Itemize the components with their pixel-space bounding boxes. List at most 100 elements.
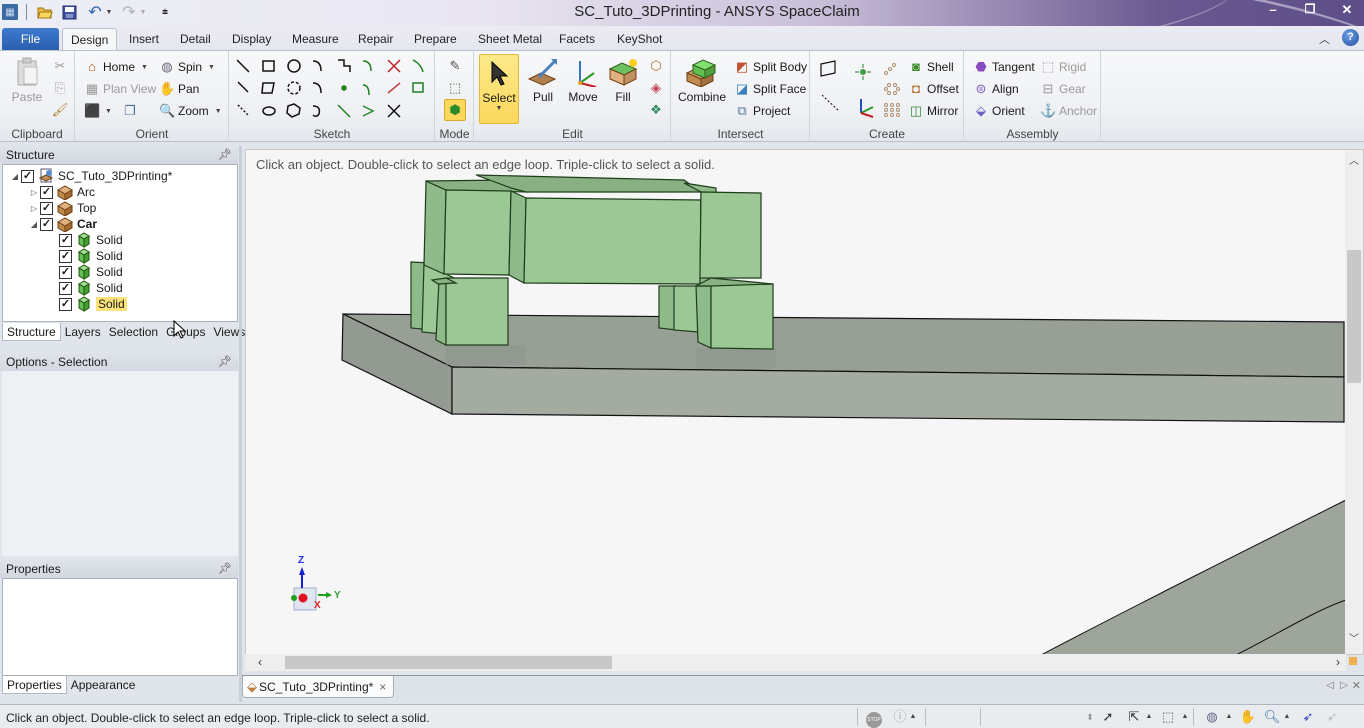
visibility-checkbox[interactable]: ✓ bbox=[59, 249, 72, 263]
tab-display[interactable]: Display bbox=[224, 28, 279, 50]
box-select-icon[interactable]: ⬚ bbox=[1158, 708, 1178, 726]
pull-button[interactable]: Pull bbox=[521, 54, 565, 122]
tree-item[interactable]: ✓ Solid bbox=[47, 248, 123, 264]
anchor-button[interactable]: ⚓ Anchor bbox=[1040, 101, 1097, 121]
close-button[interactable]: ✕ bbox=[1332, 2, 1362, 20]
undo-icon[interactable]: ↶ bbox=[85, 3, 105, 21]
format-painter-icon[interactable]: 🖌 bbox=[51, 101, 69, 119]
split-body-button[interactable]: ◩ Split Body bbox=[734, 57, 807, 77]
tab-insert[interactable]: Insert bbox=[121, 28, 167, 50]
tree-item[interactable]: ✓ Solid bbox=[47, 232, 123, 248]
restore-button[interactable]: ❐ bbox=[1295, 2, 1325, 20]
tree-item[interactable]: ✓ Solid bbox=[47, 296, 127, 312]
tab-keyshot[interactable]: KeyShot bbox=[609, 28, 670, 50]
tab-prepare[interactable]: Prepare bbox=[406, 28, 465, 50]
minimize-button[interactable]: – bbox=[1258, 2, 1288, 20]
minimize-ribbon-icon[interactable]: ︿ bbox=[1319, 31, 1330, 47]
zoom-dropdown-icon[interactable]: ▲ bbox=[1282, 708, 1292, 726]
next-document-icon[interactable]: ▷ bbox=[1340, 680, 1348, 691]
zoom-button[interactable]: 🔍 Zoom ▼ bbox=[159, 101, 222, 121]
pull-icon[interactable]: ➶ bbox=[1298, 708, 1318, 726]
mirror-button[interactable]: ◫ Mirror bbox=[908, 101, 958, 121]
stop-icon[interactable]: STOP bbox=[864, 708, 884, 728]
gear-button[interactable]: ⊟ Gear bbox=[1040, 79, 1086, 99]
tab-detail[interactable]: Detail bbox=[172, 28, 219, 50]
horizontal-scroll-thumb[interactable] bbox=[285, 656, 612, 669]
select-dropdown-icon[interactable]: ▼ bbox=[480, 105, 518, 112]
spin-icon[interactable]: ◍ bbox=[1202, 708, 1222, 726]
spin-button[interactable]: ◍ Spin ▼ bbox=[159, 57, 215, 77]
visibility-checkbox[interactable]: ✓ bbox=[40, 185, 53, 199]
panel-splitter[interactable] bbox=[239, 146, 242, 702]
visibility-checkbox[interactable]: ✓ bbox=[59, 297, 72, 311]
paste-button[interactable]: Paste bbox=[6, 54, 48, 122]
document-tab[interactable]: ⬙ SC_Tuto_3DPrinting* × bbox=[242, 676, 394, 698]
help-icon[interactable]: ? bbox=[1342, 29, 1359, 46]
tree-item[interactable]: ✓ Solid bbox=[47, 280, 123, 296]
redo-dropdown-icon[interactable]: ▼ bbox=[139, 3, 147, 21]
visibility-checkbox[interactable]: ✓ bbox=[59, 281, 72, 295]
split-face-button[interactable]: ◪ Split Face bbox=[734, 79, 807, 99]
scroll-left-icon[interactable]: ‹ bbox=[258, 655, 262, 669]
scroll-up-icon[interactable]: ︿ bbox=[1349, 152, 1359, 167]
tab-layers[interactable]: Layers bbox=[61, 323, 105, 341]
info-dropdown-icon[interactable]: ▲ bbox=[908, 708, 918, 726]
tangent-button[interactable]: ⬣ Tangent bbox=[973, 57, 1034, 77]
tab-facets[interactable]: Facets bbox=[551, 28, 603, 50]
view-cube-button[interactable]: ⬛ ▼ bbox=[84, 101, 112, 121]
select-rotate-icon[interactable]: ➚ bbox=[1098, 708, 1118, 726]
resize-grip[interactable] bbox=[1349, 657, 1357, 665]
zoom-icon[interactable]: 🔍︎ bbox=[1262, 708, 1282, 726]
vertical-scrollbar[interactable]: ︿ ﹀ bbox=[1345, 150, 1363, 654]
spin-stepper-icon[interactable]: ⬍ bbox=[1080, 708, 1100, 726]
visibility-checkbox[interactable]: ✓ bbox=[59, 233, 72, 247]
project-button[interactable]: ⧉ Project bbox=[734, 101, 790, 121]
expand-icon[interactable]: ▷ bbox=[28, 204, 40, 213]
collapse-icon[interactable]: ◢ bbox=[9, 172, 21, 181]
3d-mode-icon[interactable]: ⬢ bbox=[444, 99, 466, 121]
plan-view-button[interactable]: ▦ Plan View bbox=[84, 79, 156, 99]
horizontal-scrollbar[interactable]: ‹ › bbox=[245, 654, 1346, 671]
shell-button[interactable]: ◙ Shell bbox=[908, 57, 954, 77]
collapse-icon[interactable]: ◢ bbox=[28, 220, 40, 229]
tab-design[interactable]: Design bbox=[62, 28, 118, 51]
home-button[interactable]: ⌂ Home ▼ bbox=[84, 57, 148, 77]
visibility-checkbox[interactable]: ✓ bbox=[59, 265, 72, 279]
scroll-down-icon[interactable]: ﹀ bbox=[1349, 630, 1359, 645]
pan-hand-icon[interactable]: ✋ bbox=[1238, 708, 1258, 726]
select-button[interactable]: Select ▼ bbox=[479, 54, 519, 124]
tab-measure[interactable]: Measure bbox=[284, 28, 347, 50]
tab-repair[interactable]: Repair bbox=[350, 28, 401, 50]
snap-view-button[interactable]: ❐ bbox=[122, 101, 141, 121]
select-dropdown-icon[interactable]: ▲ bbox=[1144, 708, 1154, 726]
visibility-checkbox[interactable]: ✓ bbox=[21, 169, 34, 183]
app-menu-icon[interactable]: ▦ bbox=[2, 4, 18, 20]
blend-icon[interactable]: ❖ bbox=[647, 101, 665, 119]
rigid-button[interactable]: ⬚ Rigid bbox=[1040, 57, 1087, 77]
open-icon[interactable] bbox=[35, 3, 55, 21]
customize-qat-icon[interactable]: ⩧ bbox=[155, 3, 175, 21]
tree-item[interactable]: ◢ ✓ Car bbox=[28, 216, 97, 232]
tweak-face-icon[interactable]: ◈ bbox=[647, 79, 665, 97]
tab-selection[interactable]: Selection bbox=[105, 323, 162, 341]
expand-icon[interactable]: ▷ bbox=[28, 188, 40, 197]
spin-dropdown-icon[interactable]: ▲ bbox=[1224, 708, 1234, 726]
vertical-scroll-thumb[interactable] bbox=[1347, 250, 1361, 383]
tab-file[interactable]: File bbox=[2, 28, 59, 50]
3d-viewport[interactable]: Click an object. Double-click to select … bbox=[245, 149, 1364, 655]
tab-structure[interactable]: Structure bbox=[2, 323, 61, 341]
copy-icon[interactable]: ⎘ bbox=[51, 79, 69, 97]
orient-button[interactable]: ⬙ Orient bbox=[973, 101, 1025, 121]
move-button[interactable]: Move bbox=[561, 54, 605, 122]
info-icon[interactable]: ⓘ bbox=[890, 708, 910, 726]
close-document-icon[interactable]: ✕ bbox=[1352, 679, 1361, 692]
tab-sheet-metal[interactable]: Sheet Metal bbox=[470, 28, 550, 50]
move-icon[interactable]: ➶ bbox=[1322, 708, 1342, 726]
select-cursor-icon[interactable]: ⇱ bbox=[1124, 708, 1144, 726]
combine-button[interactable]: Combine bbox=[676, 54, 728, 122]
sketch-mode-icon[interactable]: ✎ bbox=[446, 57, 464, 75]
pin-icon[interactable]: 📌︎ bbox=[218, 353, 232, 371]
visibility-checkbox[interactable]: ✓ bbox=[40, 201, 53, 215]
section-mode-icon[interactable]: ⬚ bbox=[446, 79, 464, 97]
visibility-checkbox[interactable]: ✓ bbox=[40, 217, 53, 231]
